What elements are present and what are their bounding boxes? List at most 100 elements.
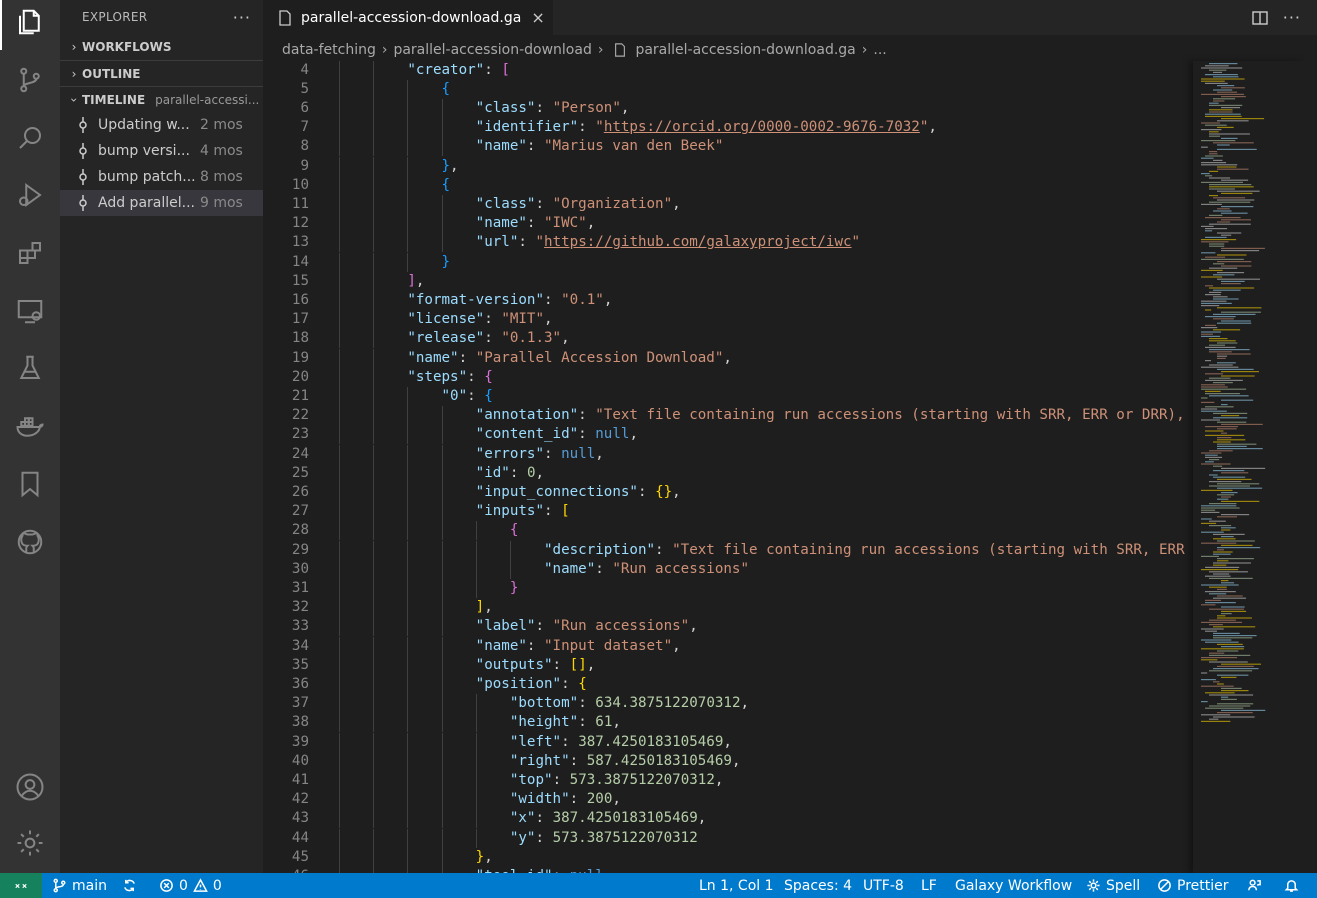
minimap-line <box>1213 476 1246 478</box>
minimap-line <box>1205 575 1231 577</box>
prettier-status[interactable]: Prettier <box>1157 873 1229 898</box>
minimap-line <box>1213 564 1227 566</box>
line-number: 32 <box>291 599 309 616</box>
minimap-line <box>1201 366 1239 368</box>
minimap-line <box>1221 250 1260 252</box>
file-icon <box>615 43 626 57</box>
feedback-button[interactable] <box>1247 873 1262 898</box>
line-text: "position": { <box>475 675 587 692</box>
minimap-line <box>1201 157 1214 159</box>
section-outline[interactable]: › OUTLINE <box>60 60 263 86</box>
indent-guide <box>373 79 375 99</box>
timeline-item[interactable]: Add parallel... 9 mos <box>60 190 263 216</box>
testing-icon[interactable] <box>0 340 60 396</box>
indent-guide <box>407 655 409 675</box>
run-debug-icon[interactable] <box>0 167 60 223</box>
github-icon[interactable] <box>0 514 60 570</box>
remote-indicator[interactable] <box>0 873 42 898</box>
extensions-icon[interactable] <box>0 225 60 281</box>
minimap-line <box>1205 390 1221 392</box>
minimap-line <box>1209 619 1236 621</box>
more-actions-icon[interactable]: ··· <box>1283 8 1301 27</box>
more-actions-icon[interactable]: ··· <box>233 8 251 27</box>
branch-status[interactable]: main <box>52 873 107 898</box>
vertical-scrollbar[interactable] <box>1303 61 1317 873</box>
line-number: 33 <box>291 618 309 635</box>
cursor-position[interactable]: Ln 1, Col 1 <box>699 873 774 898</box>
minimap-line <box>1221 192 1253 194</box>
minimap-line <box>1213 100 1225 102</box>
breadcrumb-item[interactable]: ... <box>873 42 886 58</box>
bookmark-icon[interactable] <box>0 456 60 512</box>
indent-guide <box>475 809 477 829</box>
minimap-line <box>1213 318 1234 320</box>
indent-guide <box>373 118 375 138</box>
code-line: 27 "inputs": [ <box>263 502 1193 521</box>
remote-explorer-icon[interactable] <box>0 283 60 339</box>
minimap-line <box>1209 201 1251 203</box>
line-number: 27 <box>291 503 309 520</box>
indent-guide <box>373 463 375 483</box>
sync-button[interactable] <box>122 873 137 898</box>
indent-guide <box>373 732 375 752</box>
minimap-line <box>1201 276 1223 278</box>
minimap[interactable] <box>1193 61 1303 873</box>
files-icon[interactable] <box>0 0 60 50</box>
settings-gear-icon[interactable] <box>0 815 60 871</box>
code-line: 29 "description": "Text file containing … <box>263 541 1193 560</box>
search-icon[interactable] <box>0 110 60 166</box>
minimap-line <box>1205 692 1235 694</box>
split-editor-icon[interactable] <box>1251 9 1269 27</box>
source-control-icon[interactable] <box>0 52 60 108</box>
minimap-line <box>1213 298 1239 300</box>
timeline-item[interactable]: bump versi... 4 mos <box>60 138 263 164</box>
minimap-line <box>1201 701 1208 703</box>
minimap-line <box>1221 544 1253 546</box>
timeline-item[interactable]: Updating w... 2 mos <box>60 112 263 138</box>
minimap-line <box>1205 434 1245 436</box>
line-number: 25 <box>291 464 309 481</box>
account-icon[interactable] <box>0 759 60 815</box>
minimap-line <box>1205 591 1236 593</box>
end-of-line[interactable]: LF <box>921 873 937 898</box>
close-icon[interactable]: × <box>531 8 544 27</box>
indent-guide <box>373 61 375 80</box>
breadcrumb-item[interactable]: data-fetching <box>282 42 376 58</box>
minimap-line <box>1221 96 1246 98</box>
minimap-line <box>1201 628 1224 630</box>
minimap-line <box>1209 153 1218 155</box>
docker-icon[interactable] <box>0 399 60 455</box>
timeline-item[interactable]: bump patch... 8 mos <box>60 164 263 190</box>
code-line: 9 }, <box>263 157 1193 176</box>
breadcrumb-item[interactable]: parallel-accession-download.ga <box>635 42 855 58</box>
language-mode[interactable]: Galaxy Workflow <box>955 873 1072 898</box>
line-text: } <box>441 253 451 270</box>
notifications-button[interactable] <box>1284 873 1299 898</box>
problems-status[interactable]: 0 0 <box>159 873 222 898</box>
minimap-line <box>1213 76 1239 78</box>
minimap-line <box>1213 626 1256 628</box>
breadcrumb-item[interactable]: parallel-accession-download <box>393 42 591 58</box>
section-timeline[interactable]: › TIMELINE parallel-accessi... <box>60 86 263 112</box>
minimap-line <box>1201 164 1238 166</box>
encoding[interactable]: UTF-8 <box>863 873 904 898</box>
indentation[interactable]: Spaces: 4 <box>784 873 852 898</box>
tab-active-file[interactable]: parallel-accession-download.ga × <box>263 0 553 35</box>
indent-guide <box>339 655 340 675</box>
chevron-right-icon: › <box>861 42 868 58</box>
code-line: 5 { <box>263 80 1193 99</box>
section-workflows[interactable]: › WORKFLOWS <box>60 34 263 60</box>
minimap-line <box>1217 643 1243 645</box>
indent-guide <box>339 98 340 119</box>
spell-status[interactable]: Spell <box>1086 873 1140 898</box>
minimap-line <box>1201 604 1216 606</box>
minimap-line <box>1201 679 1216 681</box>
minimap-line <box>1205 155 1223 157</box>
indent-guide <box>339 751 340 771</box>
minimap-line <box>1221 687 1242 689</box>
minimap-line <box>1221 698 1237 700</box>
code-editor[interactable]: 4 "creator": [5 {6 "class": "Person", 7 "… <box>263 61 1193 873</box>
sync-icon <box>124 879 135 892</box>
chevron-right-icon: › <box>71 66 77 81</box>
minimap-line <box>1213 470 1245 472</box>
